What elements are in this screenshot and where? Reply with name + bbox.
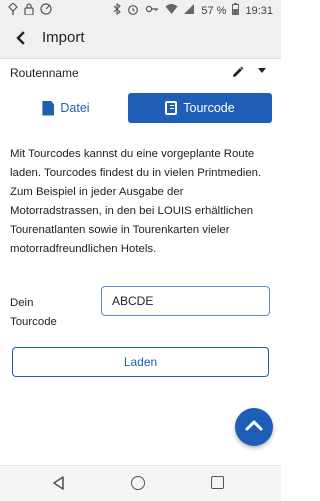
status-bar: 57 % 19:31: [0, 0, 281, 20]
scroll-up-button[interactable]: [235, 408, 273, 446]
status-left: [8, 2, 52, 19]
battery-text: 57 %: [201, 5, 227, 17]
app-bar: Import: [0, 20, 281, 59]
routenname-label: Routenname: [10, 66, 79, 80]
file-icon: [42, 100, 55, 116]
system-nav-bar: [0, 465, 281, 501]
signal-icon: [8, 2, 18, 19]
battery-icon: [232, 3, 240, 19]
key-icon: [145, 3, 159, 19]
load-button[interactable]: Laden: [12, 347, 269, 377]
back-button[interactable]: [8, 26, 34, 52]
tab-datei[interactable]: Datei: [12, 93, 120, 123]
chevron-up-icon: [245, 418, 263, 436]
cellular-icon: [184, 3, 195, 19]
tab-datei-label: Datei: [60, 101, 90, 115]
alarm-icon: [127, 3, 139, 19]
status-right: 57 % 19:31: [113, 2, 273, 19]
tourcode-label: Dein Tourcode: [10, 297, 57, 328]
tourcode-input[interactable]: [101, 286, 270, 316]
dropdown-triangle-icon[interactable]: [258, 66, 266, 77]
tab-tourcode[interactable]: Tourcode: [128, 93, 272, 123]
nav-home-icon[interactable]: [131, 476, 145, 490]
tab-tourcode-label: Tourcode: [183, 101, 235, 115]
nav-recents-icon[interactable]: [211, 476, 224, 489]
arrow-left-icon: [14, 28, 28, 51]
nav-back-icon[interactable]: [52, 476, 66, 490]
bluetooth-icon: [113, 2, 122, 19]
pencil-icon[interactable]: [232, 66, 244, 81]
description-text: Mit Tourcodes kannst du eine vorgeplante…: [10, 148, 262, 255]
clock-text: 19:31: [245, 5, 273, 17]
wifi-icon: [165, 3, 178, 19]
lock-icon: [24, 3, 34, 19]
speedometer-icon: [40, 3, 52, 19]
page-title: Import: [42, 29, 85, 46]
routenname-row: Routenname: [10, 66, 270, 86]
book-icon: [165, 101, 178, 115]
